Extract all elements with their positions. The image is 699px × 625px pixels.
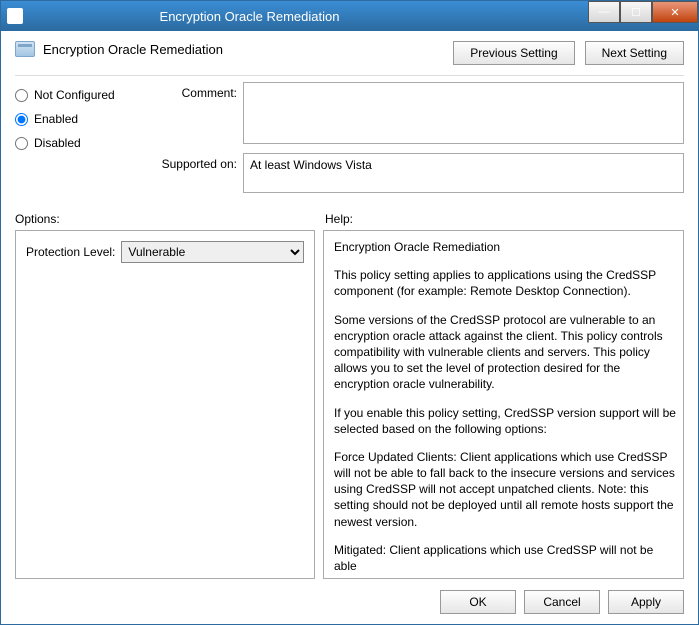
policy-title: Encryption Oracle Remediation [43,42,223,57]
radio-disabled-input[interactable] [15,137,28,150]
protection-level-label: Protection Level: [26,245,115,259]
previous-setting-button[interactable]: Previous Setting [453,41,574,65]
help-text: This policy setting applies to applicati… [334,267,677,299]
section-labels: Options: Help: [1,206,698,230]
minimize-button[interactable]: — [588,1,620,23]
radio-not-configured-input[interactable] [15,89,28,102]
radio-enabled[interactable]: Enabled [15,112,145,126]
help-section-label: Help: [325,212,353,226]
apply-button[interactable]: Apply [608,590,684,614]
next-setting-button[interactable]: Next Setting [585,41,684,65]
options-section-label: Options: [15,212,325,226]
radio-enabled-input[interactable] [15,113,28,126]
radio-label: Disabled [34,136,81,150]
config-row: Not Configured Enabled Disabled Comment:… [1,76,698,196]
radio-label: Enabled [34,112,78,126]
radio-label: Not Configured [34,88,115,102]
radio-not-configured[interactable]: Not Configured [15,88,145,102]
panels-row: Protection Level: Vulnerable Encryption … [1,230,698,579]
help-text: If you enable this policy setting, CredS… [334,405,677,437]
supported-on-field [243,153,684,193]
titlebar: Encryption Oracle Remediation — ☐ ✕ [1,1,698,31]
window-controls: — ☐ ✕ [588,1,698,31]
supported-label: Supported on: [145,153,243,171]
help-text: Some versions of the CredSSP protocol ar… [334,312,677,393]
close-button[interactable]: ✕ [652,1,698,23]
dialog-window: Encryption Oracle Remediation — ☐ ✕ Encr… [0,0,699,625]
window-title: Encryption Oracle Remediation [31,9,588,24]
help-text: Force Updated Clients: Client applicatio… [334,449,677,530]
cancel-button[interactable]: Cancel [524,590,600,614]
help-text: Encryption Oracle Remediation [334,239,677,255]
state-radio-group: Not Configured Enabled Disabled [15,82,145,196]
protection-level-select[interactable]: Vulnerable [121,241,304,263]
maximize-button[interactable]: ☐ [620,1,652,23]
comment-label: Comment: [145,82,243,100]
app-icon [7,8,23,24]
header-area: Encryption Oracle Remediation Previous S… [1,31,698,75]
help-text: Mitigated: Client applications which use… [334,542,677,574]
policy-icon [15,41,35,57]
options-panel: Protection Level: Vulnerable [15,230,315,579]
footer: OK Cancel Apply [1,579,698,624]
radio-disabled[interactable]: Disabled [15,136,145,150]
ok-button[interactable]: OK [440,590,516,614]
help-panel[interactable]: Encryption Oracle Remediation This polic… [323,230,684,579]
comment-textarea[interactable] [243,82,684,144]
